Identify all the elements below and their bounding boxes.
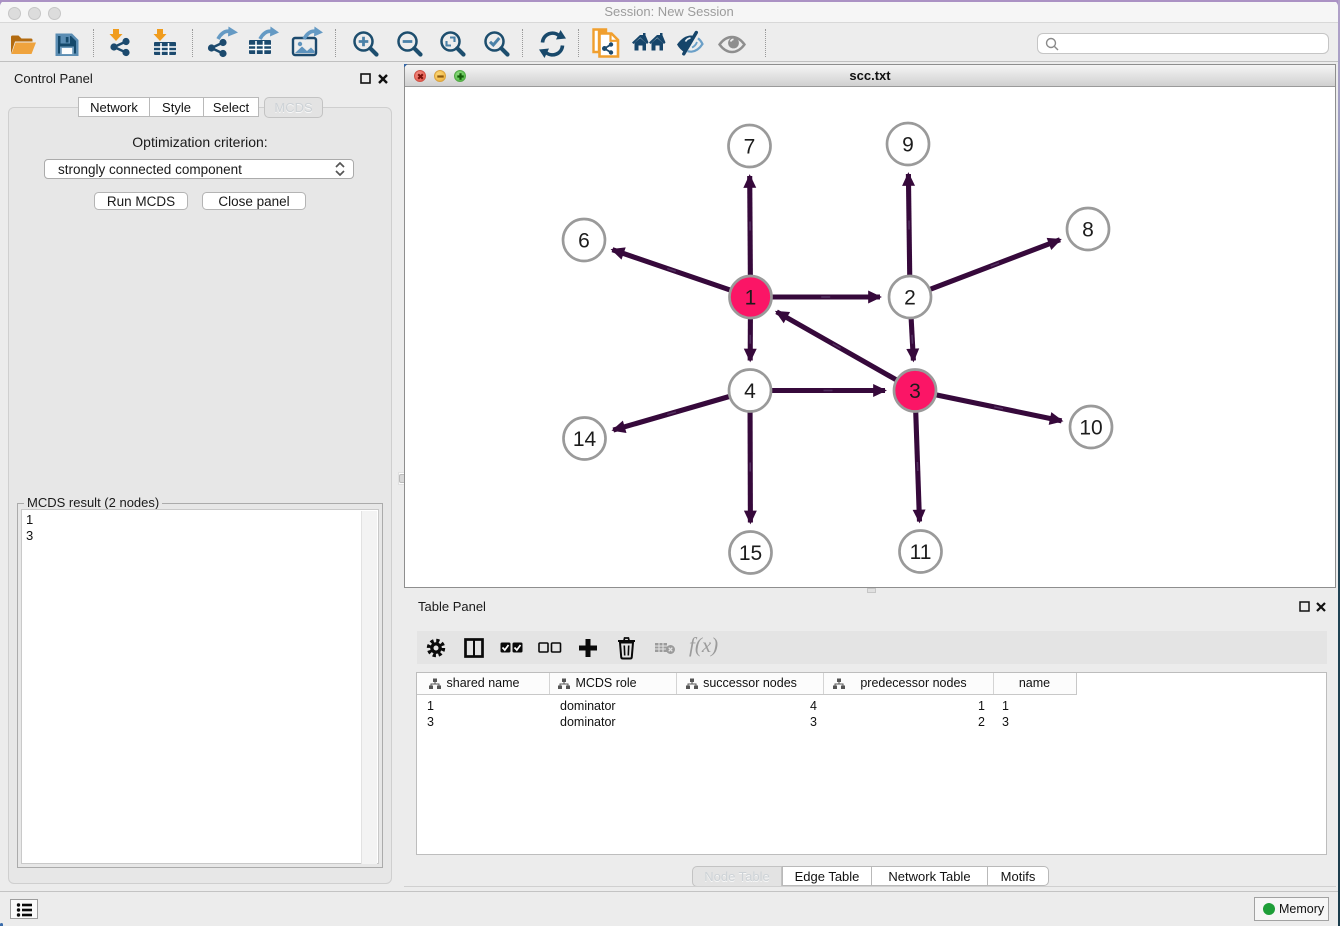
svg-text:11: 11 xyxy=(910,541,932,564)
svg-text:3: 3 xyxy=(909,380,921,403)
svg-text:9: 9 xyxy=(902,134,914,157)
svg-text:15: 15 xyxy=(739,542,762,565)
svg-text:7: 7 xyxy=(744,136,756,159)
svg-text:4: 4 xyxy=(744,380,756,403)
svg-text:14: 14 xyxy=(573,428,597,451)
svg-text:1: 1 xyxy=(745,287,757,310)
svg-text:10: 10 xyxy=(1079,417,1102,440)
svg-text:2: 2 xyxy=(904,287,916,310)
svg-text:8: 8 xyxy=(1082,219,1094,242)
svg-text:6: 6 xyxy=(578,230,590,253)
